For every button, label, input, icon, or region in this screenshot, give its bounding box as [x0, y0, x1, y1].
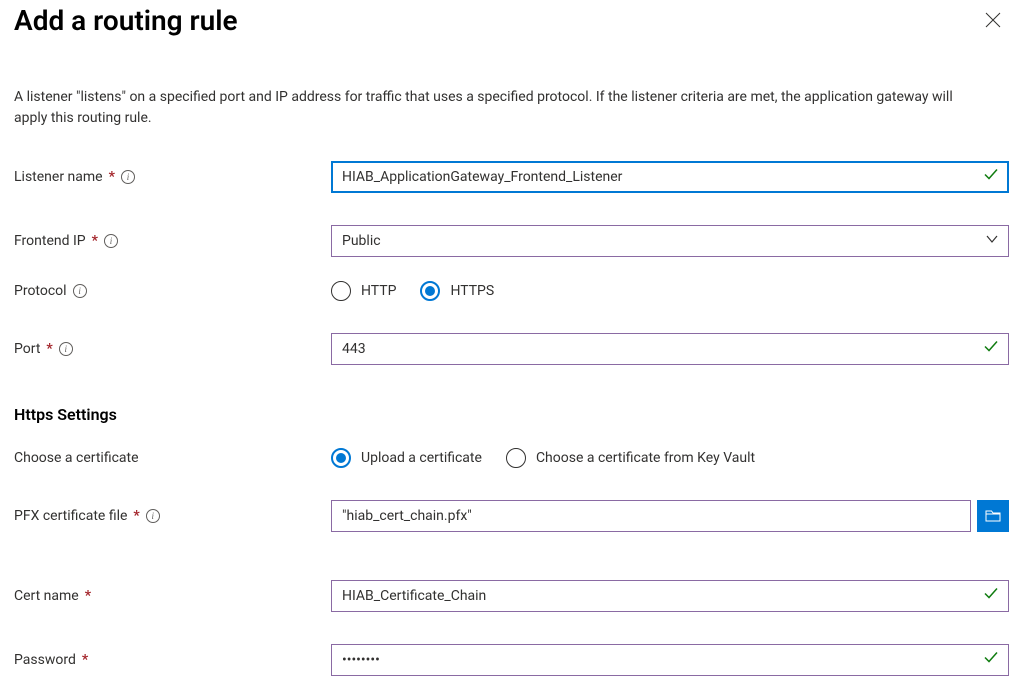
page-title: Add a routing rule [14, 4, 238, 37]
info-icon[interactable]: i [121, 170, 135, 184]
info-icon[interactable]: i [73, 284, 87, 298]
required-asterisk: * [82, 652, 88, 668]
close-button[interactable] [977, 5, 1009, 37]
required-asterisk: * [85, 588, 91, 604]
upload-certificate-label: Upload a certificate [361, 450, 482, 466]
protocol-label: Protocol [14, 283, 67, 299]
keyvault-certificate-label: Choose a certificate from Key Vault [536, 450, 755, 466]
protocol-http-label: HTTP [361, 283, 396, 299]
protocol-https-label: HTTPS [450, 283, 494, 299]
port-input[interactable] [331, 333, 1009, 365]
required-asterisk: * [46, 341, 52, 357]
required-asterisk: * [92, 233, 98, 249]
radio-icon [331, 281, 351, 301]
frontend-ip-value: Public [342, 233, 381, 249]
info-icon[interactable]: i [146, 509, 160, 523]
browse-file-button[interactable] [977, 500, 1009, 532]
radio-icon [506, 448, 526, 468]
password-label: Password [14, 652, 76, 668]
close-icon [985, 12, 1001, 28]
cert-name-label: Cert name [14, 588, 79, 604]
listener-name-input[interactable] [331, 161, 1009, 193]
password-input[interactable] [331, 644, 1009, 676]
info-icon[interactable]: i [59, 342, 73, 356]
frontend-ip-label: Frontend IP [14, 233, 86, 249]
pfx-file-label: PFX certificate file [14, 508, 127, 524]
frontend-ip-select[interactable]: Public [331, 225, 1009, 257]
required-asterisk: * [133, 508, 139, 524]
choose-certificate-label: Choose a certificate [14, 450, 139, 466]
folder-icon [985, 508, 1001, 524]
listener-name-label: Listener name [14, 169, 103, 185]
cert-name-input[interactable] [331, 580, 1009, 612]
upload-certificate-radio[interactable]: Upload a certificate [331, 448, 482, 468]
protocol-https-radio[interactable]: HTTPS [420, 281, 494, 301]
port-label: Port [14, 341, 40, 357]
protocol-http-radio[interactable]: HTTP [331, 281, 396, 301]
required-asterisk: * [109, 169, 115, 185]
info-icon[interactable]: i [104, 234, 118, 248]
keyvault-certificate-radio[interactable]: Choose a certificate from Key Vault [506, 448, 755, 468]
https-settings-heading: Https Settings [14, 405, 1009, 424]
pfx-file-input[interactable] [331, 500, 971, 532]
radio-icon [420, 281, 440, 301]
radio-icon [331, 448, 351, 468]
description-text: A listener "listens" on a specified port… [14, 87, 974, 129]
